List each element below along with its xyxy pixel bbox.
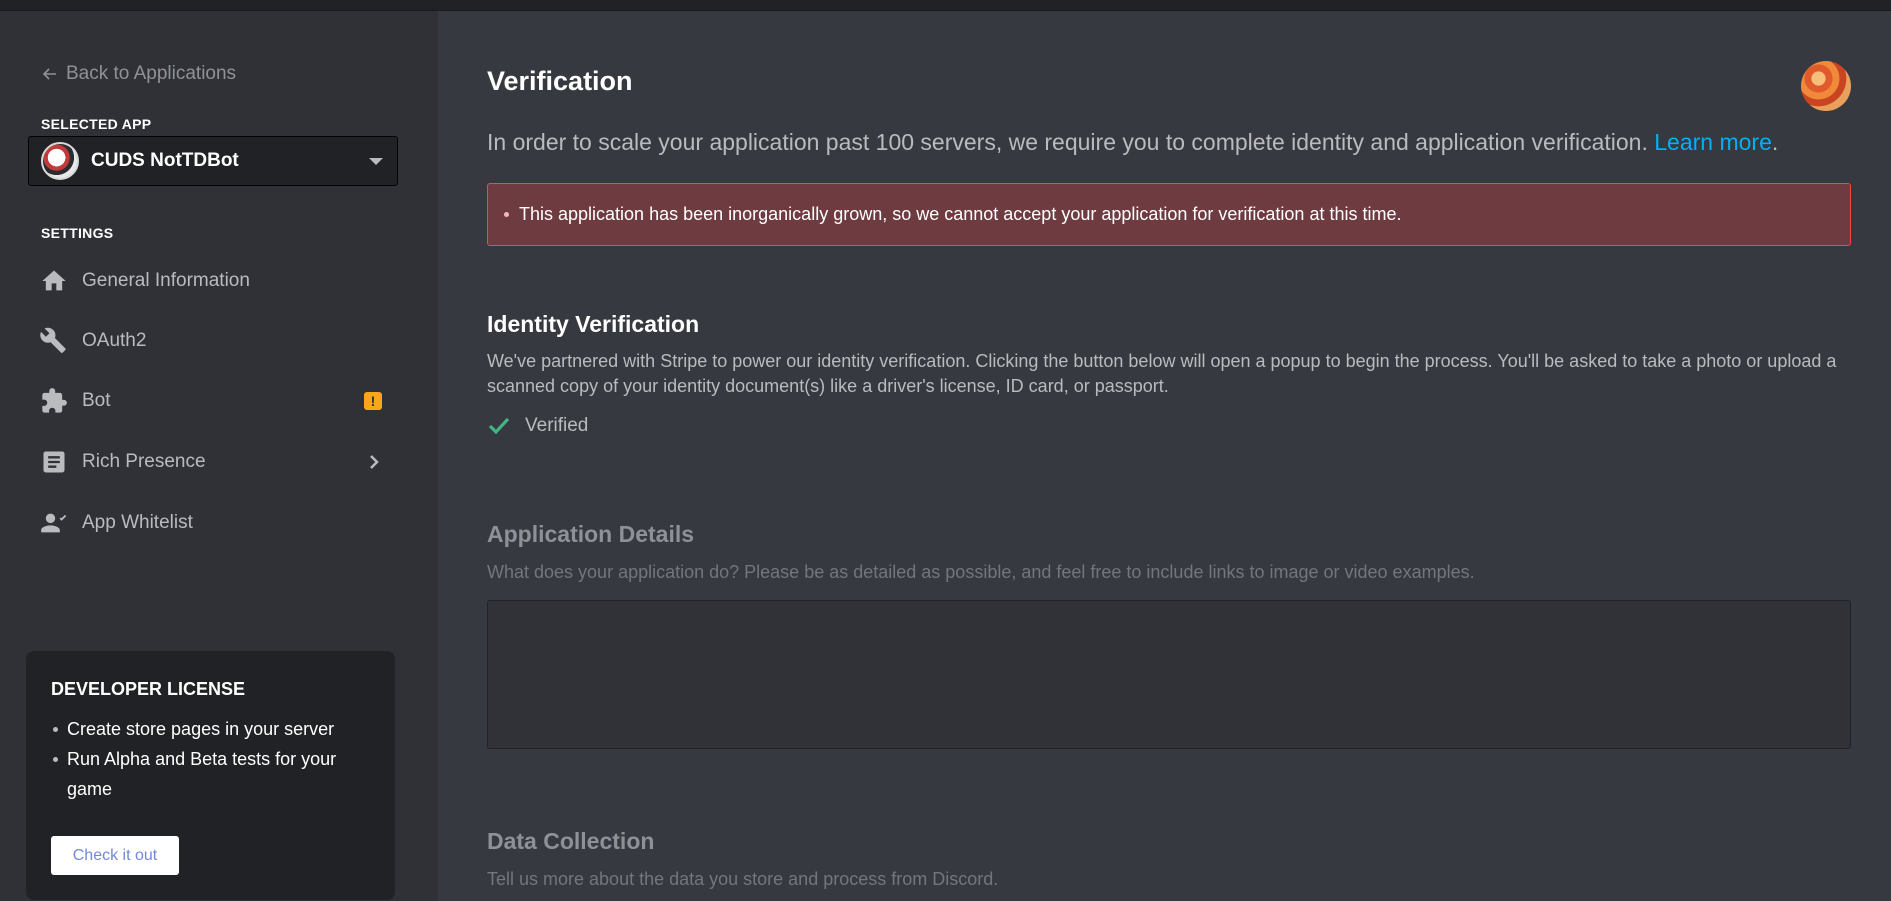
intro-text: In order to scale your application past …: [487, 129, 1648, 155]
data-collection-description: Tell us more about the data you store an…: [487, 869, 999, 889]
developer-license-card: DEVELOPER LICENSE Create store pages in …: [26, 651, 395, 900]
settings-heading: SETTINGS: [41, 225, 114, 241]
user-avatar[interactable]: [1801, 61, 1851, 111]
sidebar-item-label: Bot: [82, 390, 111, 411]
verified-status: Verified: [487, 414, 588, 438]
sidebar-item-oauth2[interactable]: OAuth2: [28, 316, 398, 366]
data-collection-heading: Data Collection: [487, 828, 655, 854]
back-link-label: Back to Applications: [66, 63, 237, 84]
verified-label: Verified: [525, 415, 589, 436]
list-item: Run Alpha and Beta tests for your game: [51, 744, 370, 804]
intro-end: .: [1771, 129, 1779, 155]
license-title: DEVELOPER LICENSE: [51, 679, 246, 699]
sidebar-item-general-information[interactable]: General Information: [28, 256, 398, 306]
puzzle-icon: [42, 388, 67, 413]
application-details-description: What does your application do? Please be…: [487, 562, 1475, 582]
sidebar-item-label: General Information: [82, 270, 250, 291]
error-alert: This application has been inorganically …: [487, 183, 1851, 246]
app-avatar: [41, 142, 79, 180]
sidebar-item-app-whitelist[interactable]: App Whitelist: [28, 498, 398, 548]
license-benefits-list: Create store pages in your server Run Al…: [51, 714, 370, 804]
alert-message: This application has been inorganically …: [519, 204, 1402, 224]
app-name: CUDS NotTDBot: [91, 150, 239, 171]
list-item: Create store pages in your server: [51, 714, 370, 744]
selected-app-heading: SELECTED APP: [41, 116, 152, 132]
sidebar-item-label: Rich Presence: [82, 451, 206, 472]
identity-verification-heading: Identity Verification: [487, 311, 700, 337]
sidebar-item-bot[interactable]: Bot !: [28, 376, 398, 426]
document-icon: [43, 451, 65, 473]
caret-down-icon: [369, 158, 383, 165]
verification-intro: In order to scale your application past …: [487, 129, 1778, 156]
page-title: Verification: [487, 66, 633, 96]
main-content: Verification In order to scale your appl…: [438, 11, 1891, 901]
learn-more-link[interactable]: Learn more: [1654, 129, 1772, 155]
window-top-bar: [0, 0, 1891, 11]
checkmark-icon: [488, 417, 510, 435]
application-details-textarea[interactable]: [487, 600, 1851, 749]
warning-badge: !: [364, 392, 382, 410]
application-details-heading: Application Details: [487, 521, 695, 547]
wrench-icon: [40, 327, 66, 354]
sidebar-item-rich-presence[interactable]: Rich Presence: [28, 437, 398, 487]
chevron-right-icon: [364, 452, 384, 472]
app-selector-dropdown[interactable]: CUDS NotTDBot: [28, 136, 398, 186]
bullet-icon: [504, 212, 509, 217]
sidebar: Back to Applications SELECTED APP CUDS N…: [0, 11, 438, 901]
sidebar-item-label: OAuth2: [82, 330, 147, 351]
home-icon: [42, 270, 66, 291]
identity-verification-description: We've partnered with Stripe to power our…: [487, 351, 1837, 396]
back-to-applications-link[interactable]: Back to Applications: [42, 53, 236, 95]
sidebar-item-label: App Whitelist: [82, 512, 193, 533]
arrow-left-icon: [42, 68, 56, 80]
check-it-out-button[interactable]: Check it out: [51, 836, 179, 875]
user-list-icon: [41, 513, 67, 533]
